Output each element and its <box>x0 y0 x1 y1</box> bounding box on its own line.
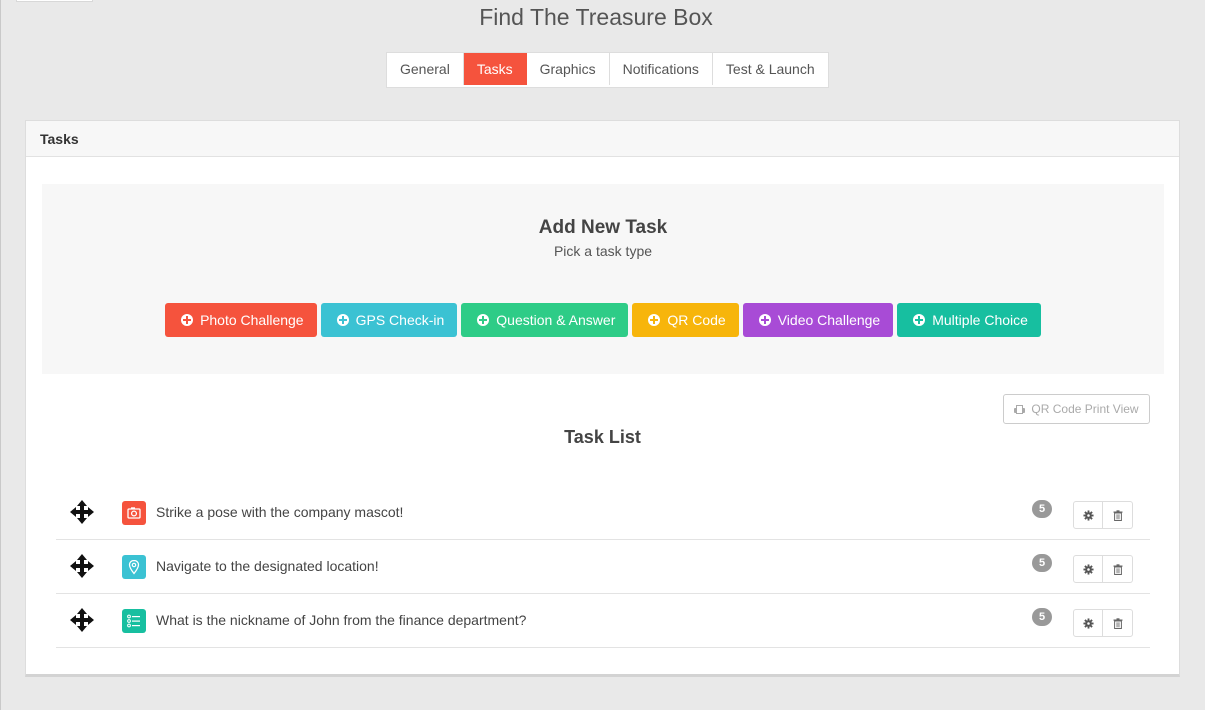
gear-icon <box>1082 563 1094 575</box>
task-row: Navigate to the designated location! 5 <box>56 540 1150 594</box>
gear-icon <box>1082 509 1094 521</box>
window-left-border <box>0 0 1 710</box>
task-row: What is the nickname of John from the fi… <box>56 594 1150 648</box>
points-badge: 5 <box>1032 554 1052 572</box>
drag-handle-icon[interactable] <box>69 499 95 525</box>
qr-code-print-view-button[interactable]: QR Code Print View <box>1003 394 1150 424</box>
delete-button[interactable] <box>1103 555 1133 583</box>
task-actions <box>1073 609 1133 637</box>
delete-button[interactable] <box>1103 501 1133 529</box>
qr-code-button[interactable]: QR Code <box>632 303 739 337</box>
trash-icon <box>1113 563 1122 575</box>
tab-notifications[interactable]: Notifications <box>610 53 713 85</box>
task-row: Strike a pose with the company mascot! 5 <box>56 486 1150 540</box>
delete-button[interactable] <box>1103 609 1133 637</box>
photo-challenge-button[interactable]: Photo Challenge <box>165 303 317 337</box>
list-icon <box>122 609 146 633</box>
add-task-box: Add New Task Pick a task type Photo Chal… <box>42 184 1164 374</box>
task-text[interactable]: Strike a pose with the company mascot! <box>156 504 403 520</box>
add-task-title: Add New Task <box>538 217 668 238</box>
tab-tasks[interactable]: Tasks <box>463 53 527 85</box>
points-badge: 5 <box>1032 500 1052 518</box>
multiple-choice-button[interactable]: Multiple Choice <box>897 303 1041 337</box>
gear-icon <box>1082 617 1094 629</box>
drag-handle-icon[interactable] <box>69 607 95 633</box>
tab-general[interactable]: General <box>387 53 464 85</box>
task-actions <box>1073 555 1133 583</box>
settings-button[interactable] <box>1073 501 1103 529</box>
question-answer-button[interactable]: Question & Answer <box>461 303 629 337</box>
tasks-panel: Tasks Add New Task Pick a task type Phot… <box>25 120 1180 677</box>
plus-circle-icon <box>181 314 194 326</box>
tab-bar: General Tasks Graphics Notifications Tes… <box>386 52 829 88</box>
button-label: Photo Challenge <box>200 312 304 328</box>
button-label: GPS Check-in <box>355 312 445 328</box>
settings-button[interactable] <box>1073 609 1103 637</box>
camera-icon <box>122 501 146 525</box>
task-text[interactable]: What is the nickname of John from the fi… <box>156 612 526 628</box>
top-tab-stub <box>16 0 93 2</box>
page-title: Find The Treasure Box <box>479 4 713 30</box>
task-actions <box>1073 501 1133 529</box>
button-label: QR Code <box>667 312 726 328</box>
video-challenge-button[interactable]: Video Challenge <box>742 303 894 337</box>
task-list-title: Task List <box>564 427 641 447</box>
panel-header: Tasks <box>26 121 1179 157</box>
plus-circle-icon <box>336 314 349 326</box>
map-pin-icon <box>122 555 146 579</box>
task-text[interactable]: Navigate to the designated location! <box>156 558 379 574</box>
add-task-subtitle: Pick a task type <box>553 243 653 259</box>
points-badge: 5 <box>1032 608 1052 626</box>
tab-test-launch[interactable]: Test & Launch <box>713 53 828 85</box>
plus-circle-icon <box>913 314 926 326</box>
drag-handle-icon[interactable] <box>69 553 95 579</box>
gps-checkin-button[interactable]: GPS Check-in <box>320 303 458 337</box>
task-type-buttons: Photo Challenge GPS Check-in Question & … <box>42 303 1164 337</box>
task-list: Strike a pose with the company mascot! 5 <box>56 486 1150 648</box>
tab-graphics[interactable]: Graphics <box>527 53 610 85</box>
button-label: Multiple Choice <box>932 312 1028 328</box>
plus-circle-icon <box>648 314 661 326</box>
printer-icon <box>1014 405 1026 414</box>
button-label: Video Challenge <box>777 312 881 328</box>
trash-icon <box>1113 509 1122 521</box>
button-label: Question & Answer <box>496 312 616 328</box>
trash-icon <box>1113 617 1122 629</box>
print-button-label: QR Code Print View <box>1031 402 1139 416</box>
settings-button[interactable] <box>1073 555 1103 583</box>
plus-circle-icon <box>758 314 771 326</box>
plus-circle-icon <box>477 314 490 326</box>
